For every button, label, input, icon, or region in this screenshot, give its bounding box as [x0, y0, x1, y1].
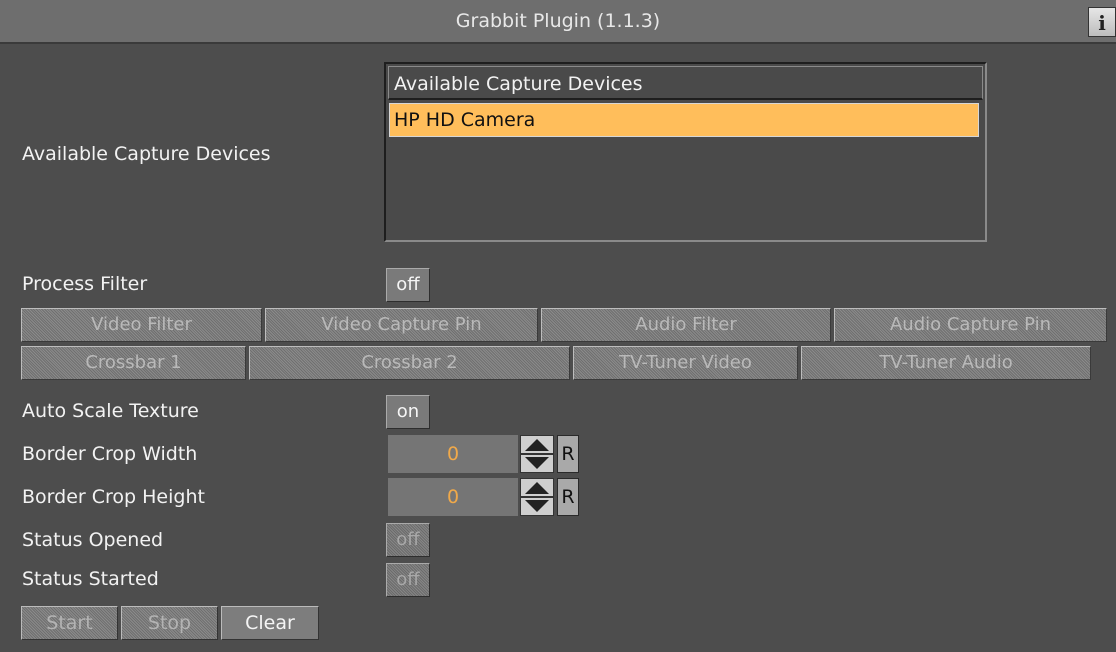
border-crop-height-label: Border Crop Height: [22, 486, 205, 508]
list-item[interactable]: HP HD Camera: [389, 103, 979, 137]
border-crop-height-spinner[interactable]: [520, 478, 554, 516]
border-crop-height-input[interactable]: 0: [388, 478, 518, 516]
auto-scale-texture-toggle[interactable]: on: [386, 395, 430, 429]
status-started-toggle: off: [386, 563, 430, 597]
capture-devices-label: Available Capture Devices: [22, 143, 271, 165]
clear-button[interactable]: Clear: [221, 606, 319, 640]
crossbar-1-button[interactable]: Crossbar 1: [21, 346, 246, 380]
capture-devices-list-header: Available Capture Devices: [388, 66, 983, 100]
border-crop-width-label: Border Crop Width: [22, 443, 198, 465]
status-opened-toggle: off: [386, 523, 430, 557]
border-crop-height-reset-button[interactable]: R: [557, 478, 579, 516]
title-bar: Grabbit Plugin (1.1.3) i: [0, 0, 1116, 44]
info-button[interactable]: i: [1088, 7, 1116, 37]
up-down-arrows-icon: [521, 482, 553, 512]
border-crop-width-input[interactable]: 0: [388, 435, 518, 473]
status-opened-label: Status Opened: [22, 529, 164, 551]
up-down-arrows-icon: [521, 439, 553, 469]
audio-capture-pin-button[interactable]: Audio Capture Pin: [834, 308, 1107, 342]
auto-scale-texture-label: Auto Scale Texture: [22, 400, 199, 422]
video-filter-button[interactable]: Video Filter: [21, 308, 262, 342]
capture-devices-list[interactable]: Available Capture Devices HP HD Camera: [384, 62, 987, 242]
border-crop-width-reset-button[interactable]: R: [557, 435, 579, 473]
stop-button[interactable]: Stop: [121, 606, 218, 640]
crossbar-2-button[interactable]: Crossbar 2: [249, 346, 570, 380]
process-filter-toggle[interactable]: off: [386, 268, 430, 302]
tv-tuner-audio-button[interactable]: TV-Tuner Audio: [801, 346, 1091, 380]
start-button[interactable]: Start: [21, 606, 118, 640]
window-title: Grabbit Plugin (1.1.3): [455, 10, 661, 32]
video-capture-pin-button[interactable]: Video Capture Pin: [265, 308, 538, 342]
audio-filter-button[interactable]: Audio Filter: [541, 308, 831, 342]
tv-tuner-video-button[interactable]: TV-Tuner Video: [573, 346, 798, 380]
status-started-label: Status Started: [22, 568, 159, 590]
border-crop-width-spinner[interactable]: [520, 435, 554, 473]
process-filter-label: Process Filter: [22, 273, 148, 295]
